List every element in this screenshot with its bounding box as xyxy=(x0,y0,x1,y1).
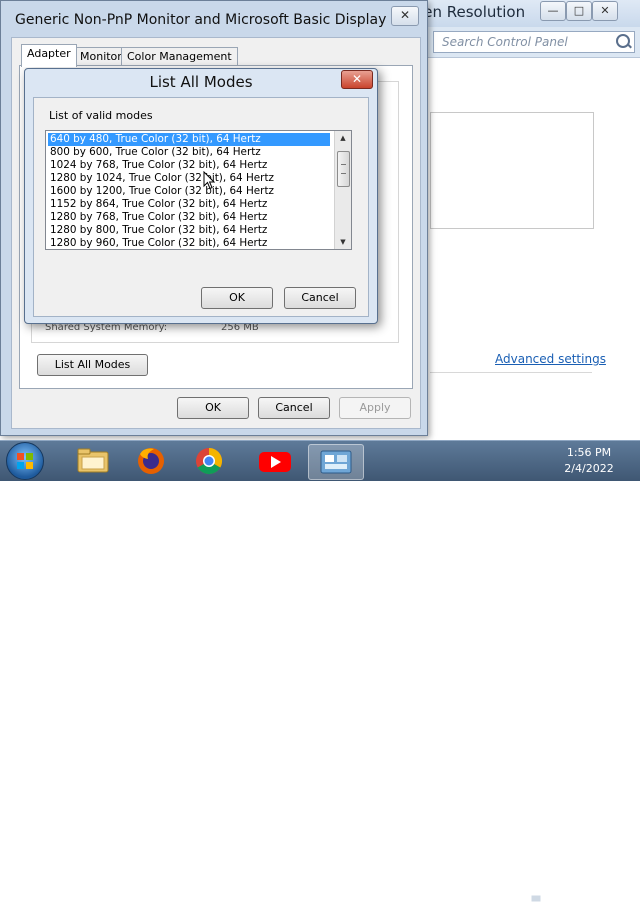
list-item[interactable]: 1280 by 768, True Color (32 bit), 64 Her… xyxy=(48,211,330,224)
cancel-button[interactable]: Cancel xyxy=(258,397,330,419)
divider xyxy=(430,372,592,373)
modal-title: List All Modes xyxy=(149,73,253,91)
list-item[interactable]: 1280 by 1024, True Color (32 bit), 64 He… xyxy=(48,172,330,185)
youtube-icon[interactable] xyxy=(248,444,302,478)
scroll-down-icon[interactable]: ▼ xyxy=(335,235,351,249)
list-item[interactable]: 1280 by 800, True Color (32 bit), 64 Her… xyxy=(48,224,330,237)
taskbar xyxy=(0,440,640,905)
dialog-title: Generic Non-PnP Monitor and Microsoft Ba… xyxy=(15,12,405,28)
list-item[interactable]: 1600 by 1200, True Color (32 bit), 64 He… xyxy=(48,185,330,198)
cancel-button[interactable]: Cancel xyxy=(284,287,356,309)
maximize-icon[interactable]: □ xyxy=(566,1,592,21)
close-icon[interactable]: ✕ xyxy=(391,6,419,26)
taskbar-clock[interactable]: 1:56 PM 2/4/2022 xyxy=(556,445,622,477)
mouse-cursor-icon xyxy=(203,171,215,190)
windows-explorer-icon[interactable] xyxy=(66,444,120,478)
apply-button[interactable]: Apply xyxy=(339,397,411,419)
ok-button[interactable]: OK xyxy=(177,397,249,419)
monitor-preview-box xyxy=(430,112,594,229)
modes-listbox[interactable]: 640 by 480, True Color (32 bit), 64 Hert… xyxy=(45,130,352,250)
minimize-icon[interactable]: — xyxy=(540,1,566,21)
search-control-panel-input[interactable]: Search Control Panel xyxy=(433,31,635,53)
list-item[interactable]: 1024 by 768, True Color (32 bit), 64 Her… xyxy=(48,159,330,172)
modes-scrollbar[interactable]: ▲ ▼ xyxy=(334,131,351,249)
scroll-thumb[interactable] xyxy=(337,151,350,187)
search-placeholder: Search Control Panel xyxy=(442,35,568,49)
ok-button[interactable]: OK xyxy=(201,287,273,309)
start-button[interactable] xyxy=(6,442,44,480)
tab-monitor[interactable]: Monitor xyxy=(74,47,128,66)
list-item[interactable]: 640 by 480, True Color (32 bit), 64 Hert… xyxy=(48,133,330,146)
clock-time: 1:56 PM xyxy=(566,446,612,459)
close-icon[interactable]: ✕ xyxy=(592,1,618,21)
advanced-settings-link[interactable]: Advanced settings xyxy=(495,352,606,366)
network-icon[interactable] xyxy=(530,893,544,907)
screen-resolution-title: een Resolution xyxy=(414,3,526,21)
clock-date: 2/4/2022 xyxy=(564,462,614,475)
firefox-icon[interactable] xyxy=(124,444,178,478)
list-item[interactable]: 1280 by 960, True Color (32 bit), 64 Her… xyxy=(48,237,330,249)
tab-color-management[interactable]: Color Management xyxy=(121,47,238,66)
list-item[interactable]: 800 by 600, True Color (32 bit), 64 Hert… xyxy=(48,146,330,159)
list-item[interactable]: 1152 by 864, True Color (32 bit), 64 Her… xyxy=(48,198,330,211)
tab-adapter[interactable]: Adapter xyxy=(21,44,77,67)
control-panel-icon[interactable] xyxy=(308,444,364,480)
windows-logo-icon xyxy=(17,453,33,469)
chrome-icon[interactable] xyxy=(182,444,236,478)
search-icon xyxy=(616,34,630,48)
valid-modes-label: List of valid modes xyxy=(49,109,153,122)
list-all-modes-button[interactable]: List All Modes xyxy=(37,354,148,376)
close-icon[interactable]: ✕ xyxy=(341,70,373,89)
scroll-up-icon[interactable]: ▲ xyxy=(335,131,351,145)
